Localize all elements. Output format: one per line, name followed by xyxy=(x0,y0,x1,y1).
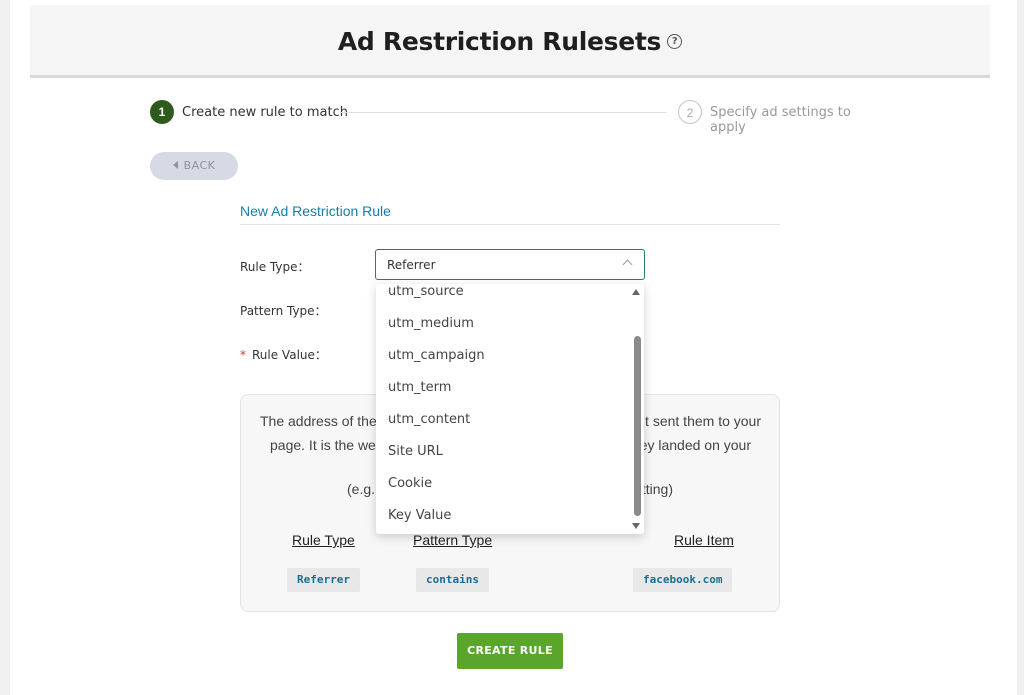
chevron-up-icon xyxy=(622,259,633,270)
example-chip-rule-item: facebook.com xyxy=(633,568,733,592)
section-divider xyxy=(240,224,780,225)
example-chip-pattern-type: contains xyxy=(416,568,489,592)
create-rule-button[interactable]: CREATE RULE xyxy=(457,633,563,669)
example-col-rule-item: Rule Item xyxy=(674,532,734,548)
dropdown-scrollbar[interactable] xyxy=(630,284,644,534)
rule-value-label: * Rule Value： xyxy=(240,348,327,362)
step-1-indicator: 1 xyxy=(150,100,174,124)
example-col-rule-type: Rule Type xyxy=(292,532,355,548)
dropdown-option[interactable]: utm_medium xyxy=(388,316,474,331)
step-connector xyxy=(340,112,666,113)
rule-type-selected-value: Referrer xyxy=(387,258,436,272)
section-title: New Ad Restriction Rule xyxy=(240,203,391,219)
step-1-label: Create new rule to match xyxy=(182,105,348,120)
rule-type-select[interactable]: Referrer xyxy=(375,249,645,280)
dropdown-option[interactable]: utm_content xyxy=(388,412,470,427)
dropdown-option[interactable]: utm_source xyxy=(388,284,464,299)
page-header: Ad Restriction Rulesets? xyxy=(30,5,990,78)
dropdown-option[interactable]: Key Value xyxy=(388,508,451,523)
example-col-pattern-type: Pattern Type xyxy=(413,532,493,548)
step-2-indicator: 2 xyxy=(678,100,702,124)
dropdown-option[interactable]: utm_term xyxy=(388,380,451,395)
scroll-up-icon[interactable] xyxy=(632,289,640,295)
step-2-label: Specify ad settings to apply xyxy=(710,105,851,135)
pattern-type-label: Pattern Type： xyxy=(240,304,327,318)
rule-type-dropdown[interactable]: utm_source utm_medium utm_campaign utm_t… xyxy=(376,284,644,534)
dropdown-option[interactable]: Cookie xyxy=(388,476,432,491)
dropdown-option[interactable]: Site URL xyxy=(388,444,443,459)
scroll-down-icon[interactable] xyxy=(632,523,640,529)
required-marker: * xyxy=(240,348,246,362)
rule-type-label: Rule Type： xyxy=(240,260,310,274)
scrollbar-thumb[interactable] xyxy=(634,336,641,516)
back-arrow-icon xyxy=(172,161,178,169)
page: Ad Restriction Rulesets? 1 Create new ru… xyxy=(10,0,1017,695)
example-chip-rule-type: Referrer xyxy=(287,568,360,592)
stepper: 1 Create new rule to match 2 Specify ad … xyxy=(150,100,880,135)
back-button[interactable]: BACK xyxy=(150,152,238,180)
help-icon[interactable]: ? xyxy=(667,33,683,49)
dropdown-option[interactable]: utm_campaign xyxy=(388,348,485,363)
page-title: Ad Restriction Rulesets? xyxy=(30,27,990,56)
